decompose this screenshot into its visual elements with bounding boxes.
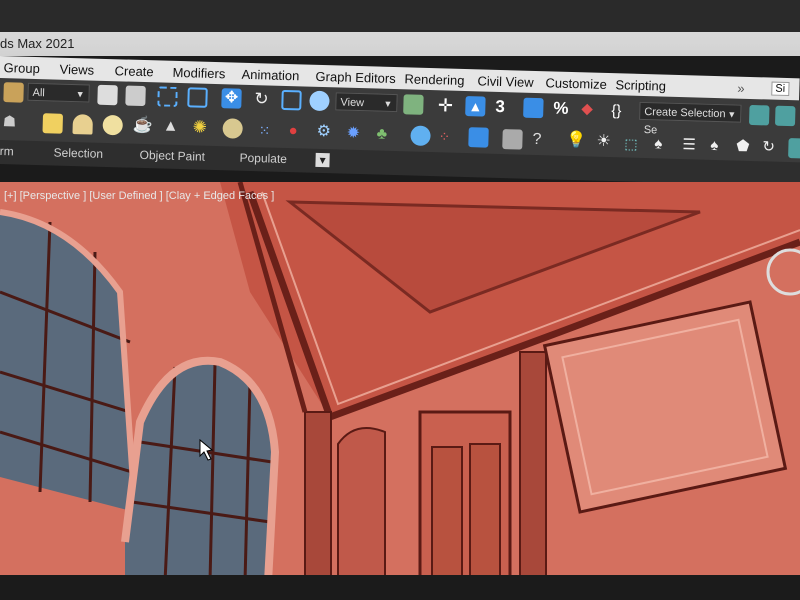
door-panel-right [469,443,501,582]
monitor-bezel [0,575,800,600]
list-icon[interactable]: ☰ [682,135,703,156]
space-warp-icon[interactable]: ⚙ [316,122,337,143]
hemisphere-icon[interactable] [72,114,94,135]
menu-civil-view[interactable]: Civil View [477,73,534,90]
angle-snap-icon[interactable] [523,97,544,119]
snaps-toggle-icon[interactable]: 3 [495,97,516,118]
pivot-icon[interactable] [403,94,424,115]
chevron-down-icon: ▼ [727,109,737,120]
tree-icon[interactable]: ♠ [654,134,675,155]
mirror-icon[interactable] [748,104,770,126]
sun-icon[interactable]: ☀ [596,132,617,153]
material-editor-icon[interactable] [410,125,431,147]
light-icon[interactable]: ✺ [192,117,213,138]
helper-icon[interactable]: ● [288,121,309,142]
menu-animation[interactable]: Animation [241,67,299,84]
window-title: ds Max 2021 [0,36,75,51]
menu-create[interactable]: Create [114,63,153,79]
ribbon-tab-populate[interactable]: Populate [239,151,287,166]
sphere-icon[interactable] [102,114,124,136]
scale-icon[interactable] [281,89,302,111]
rotate-icon[interactable]: ↻ [251,89,272,110]
viewport-menu-plus[interactable]: [+] [4,190,17,202]
named-selection-set-placeholder: Create Selection Se [643,106,726,137]
viewport-shading-preset[interactable]: [User Defined ] [89,190,162,202]
camera-icon[interactable] [222,118,243,139]
placement-icon[interactable] [309,90,330,112]
spinner-snap-icon[interactable]: ◆ [581,99,602,120]
particle-icon[interactable]: ⁙ [258,120,279,141]
menu-group[interactable]: Group [3,60,40,76]
title-bar: ds Max 2021 [0,0,800,56]
ribbon-tab-selection[interactable]: Selection [53,146,103,161]
camera-tool-icon[interactable]: ⬚ [624,133,645,154]
select-by-name-icon[interactable] [125,85,146,107]
ribbon-tab-object-paint[interactable]: Object Paint [139,148,205,164]
extra-icon[interactable] [788,138,800,159]
select-object-icon[interactable] [97,84,118,106]
align-icon[interactable] [774,105,796,127]
reference-coordinate-dropdown[interactable]: View ▼ [335,92,398,113]
screen: ds Max 2021 Group Views Create Modifiers… [0,0,800,600]
perspective-viewport[interactable] [0,182,800,582]
door-panel-left [431,446,463,582]
wall-niche [337,427,386,582]
ribbon-tab-form[interactable]: rm [0,144,14,158]
viewport-scene [0,182,800,582]
asset-icon[interactable]: ⬟ [736,137,757,158]
menu-modifiers[interactable]: Modifiers [172,65,225,81]
pilaster-right [519,351,547,582]
pilaster-left [304,411,332,582]
render-setup-icon[interactable] [468,127,489,148]
named-selection-set-dropdown[interactable]: Create Selection Se ▼ [639,101,742,136]
menu-graph-editors[interactable]: Graph Editors [315,69,396,86]
menu-rendering[interactable]: Rendering [404,71,464,88]
cone-icon[interactable]: ▲ [162,117,183,138]
render-icon[interactable]: ☗ [2,112,23,133]
selection-filter-dropdown[interactable]: All ▼ [27,82,90,103]
foliage-icon[interactable]: ♣ [376,125,397,146]
rectangular-selection-icon[interactable] [157,86,178,107]
refresh-icon[interactable]: ↻ [762,137,783,158]
edit-named-selection-icon[interactable]: {} [611,101,632,122]
reference-coordinate-value: View [340,96,365,110]
select-manipulate-icon[interactable]: ✛ [435,95,456,116]
bulb-icon[interactable]: 💡 [566,131,587,152]
viewport-point-of-view[interactable]: [Perspective ] [20,190,87,202]
ribbon-options-dropdown[interactable]: ▾ [315,152,330,168]
menu-views[interactable]: Views [59,62,94,78]
pine-icon[interactable]: ♠ [710,136,731,157]
viewport-label: [+] [Perspective ] [User Defined ] [Clay… [4,190,274,202]
help-icon[interactable]: ? [532,130,553,151]
move-icon[interactable]: ✥ [221,88,242,109]
chevron-down-icon: ▼ [75,89,85,100]
systems-icon[interactable]: ✹ [346,124,367,145]
box-icon[interactable] [42,113,64,134]
teapot-icon[interactable]: ☕ [132,116,153,137]
user-initial: Si [775,82,786,95]
percent-snap-icon[interactable]: % [553,98,574,119]
material-palette-icon[interactable]: ⁘ [438,126,459,147]
menu-scripting[interactable]: Scripting [615,77,666,93]
menu-overflow[interactable]: » [737,81,745,96]
user-account-button[interactable]: Si [771,81,790,97]
menu-customize[interactable]: Customize [545,75,607,92]
keyboard-shortcut-icon[interactable]: ▲ [465,96,486,117]
window-crossing-icon[interactable] [187,87,208,108]
chevron-down-icon: ▼ [383,98,393,109]
render-frame-icon[interactable] [502,129,523,150]
viewport-display-style[interactable]: [Clay + Edged Faces ] [166,190,275,202]
undo-icon[interactable] [3,82,24,103]
selection-filter-value: All [32,86,45,100]
